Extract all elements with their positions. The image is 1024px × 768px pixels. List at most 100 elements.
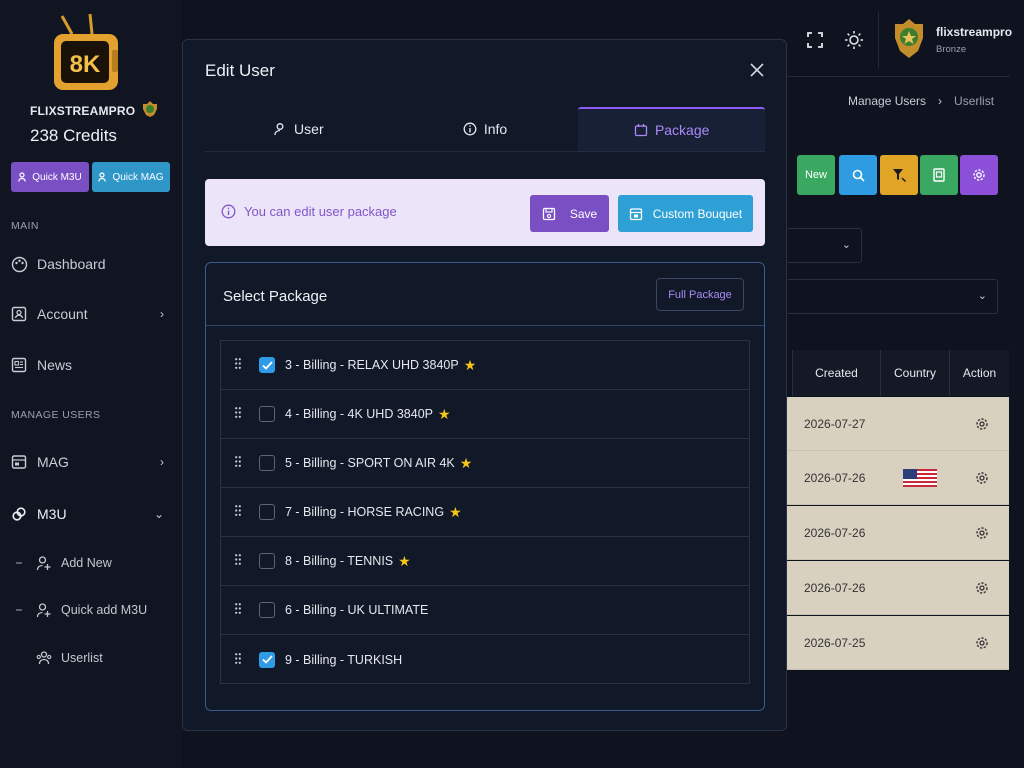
row-settings-button[interactable] xyxy=(955,581,1009,595)
dash-marker xyxy=(16,657,22,659)
column-header-created[interactable]: Created xyxy=(792,350,880,396)
package-checkbox[interactable] xyxy=(259,455,275,471)
sidebar-subitem-label: Userlist xyxy=(61,651,103,665)
quick-m3u-button[interactable]: Quick M3U xyxy=(11,162,89,192)
package-label: 9 - Billing - TURKISH xyxy=(285,652,403,667)
search-button[interactable] xyxy=(839,155,877,195)
palette-icon xyxy=(10,255,28,273)
fullscreen-icon[interactable] xyxy=(806,31,824,49)
sidebar-item-dashboard[interactable]: Dashboard xyxy=(10,252,170,276)
sidebar-item-mag[interactable]: MAG › xyxy=(10,450,170,474)
info-icon xyxy=(221,204,236,219)
gear-icon xyxy=(976,526,988,539)
id-card-icon xyxy=(10,305,28,323)
row-settings-button[interactable] xyxy=(955,526,1009,540)
package-item[interactable]: 8 - Billing - TENNIS ★ xyxy=(221,537,749,586)
new-button[interactable]: New xyxy=(797,155,835,195)
created-cell: 2026-07-26 xyxy=(804,470,866,485)
quick-mag-label: Quick MAG xyxy=(112,171,164,183)
drag-handle-icon[interactable] xyxy=(235,505,241,519)
table-row: 2026-07-27 xyxy=(787,397,1009,451)
package-checkbox[interactable] xyxy=(259,553,275,569)
country-cell xyxy=(885,468,955,487)
calendar-icon xyxy=(629,207,642,220)
brand-name: FLIXSTREAMPRO xyxy=(30,103,136,118)
package-item[interactable]: 4 - Billing - 4K UHD 3840P ★ xyxy=(221,390,749,439)
drag-handle-icon[interactable] xyxy=(235,652,241,667)
breadcrumb-parent[interactable]: Manage Users xyxy=(848,94,926,108)
info-icon xyxy=(463,122,477,136)
theme-toggle-icon[interactable] xyxy=(844,30,864,50)
section-manage-users: MANAGE USERS xyxy=(11,409,101,421)
package-item[interactable]: 5 - Billing - SPORT ON AIR 4K ★ xyxy=(221,439,749,488)
chevron-down-icon: ⌄ xyxy=(841,239,851,251)
column-header-action: Action xyxy=(949,350,1009,396)
settings-button[interactable] xyxy=(960,155,998,195)
select-package-title: Select Package xyxy=(223,288,328,305)
full-package-button[interactable]: Full Package xyxy=(656,278,744,311)
star-icon: ★ xyxy=(449,503,462,520)
edit-user-modal: Edit User User Info Package You can edit… xyxy=(182,39,787,731)
export-button[interactable] xyxy=(920,155,958,195)
brand-logo: 8K xyxy=(52,13,124,96)
sidebar: 8K FLIXSTREAMPRO 238 Credits Quick M3U Q… xyxy=(0,0,182,768)
document-icon xyxy=(933,168,945,182)
user-plus-icon xyxy=(18,172,27,182)
avatar[interactable] xyxy=(892,18,926,60)
sidebar-subitem-add-new[interactable]: Add New xyxy=(16,552,176,574)
package-item[interactable]: 6 - Billing - UK ULTIMATE xyxy=(221,586,749,635)
drag-handle-icon[interactable] xyxy=(235,603,241,617)
chevron-down-icon: ⌄ xyxy=(977,290,987,302)
user-plus-icon xyxy=(36,602,52,618)
package-checkbox[interactable] xyxy=(259,406,275,422)
created-cell: 2026-07-25 xyxy=(804,635,866,650)
drag-handle-icon[interactable] xyxy=(235,407,241,421)
gear-icon xyxy=(973,169,985,181)
package-alert: You can edit user package Save Custom Bo… xyxy=(205,179,765,246)
package-item[interactable]: 3 - Billing - RELAX UHD 3840P ★ xyxy=(221,341,749,390)
custom-bouquet-button[interactable]: Custom Bouquet xyxy=(618,195,753,232)
package-item[interactable]: 7 - Billing - HORSE RACING ★ xyxy=(221,488,749,537)
drag-handle-icon[interactable] xyxy=(235,358,241,372)
package-label: 5 - Billing - SPORT ON AIR 4K xyxy=(285,456,455,470)
package-label: 8 - Billing - TENNIS xyxy=(285,554,394,568)
package-checkbox[interactable] xyxy=(259,651,275,668)
save-button[interactable]: Save xyxy=(530,195,609,232)
row-settings-button[interactable] xyxy=(955,636,1009,650)
package-checkbox[interactable] xyxy=(259,602,275,618)
sidebar-subitem-label: Add New xyxy=(61,556,112,570)
tab-info[interactable]: Info xyxy=(392,107,579,151)
table-row: 2026-07-26 xyxy=(787,506,1009,560)
row-settings-button[interactable] xyxy=(955,471,1009,485)
package-checkbox[interactable] xyxy=(259,357,275,373)
tab-user[interactable]: User xyxy=(205,107,392,151)
tab-package[interactable]: Package xyxy=(578,107,766,151)
created-cell: 2026-07-27 xyxy=(804,416,866,431)
table-row: 2026-07-26 xyxy=(787,561,1009,615)
drag-handle-icon[interactable] xyxy=(235,554,241,568)
star-icon: ★ xyxy=(398,552,411,569)
sidebar-subitem-quick-add-m3u[interactable]: Quick add M3U xyxy=(16,599,176,621)
user-name[interactable]: flixstreampro xyxy=(936,25,1012,39)
package-checkbox[interactable] xyxy=(259,504,275,520)
filter-button[interactable] xyxy=(880,155,918,195)
column-header-country[interactable]: Country xyxy=(880,350,949,396)
sidebar-item-news[interactable]: News xyxy=(10,353,170,377)
filter-select-2[interactable]: ⌄ xyxy=(786,279,998,314)
floppy-icon xyxy=(542,207,555,220)
close-icon[interactable] xyxy=(750,63,764,77)
package-item[interactable]: 9 - Billing - TURKISH xyxy=(221,635,749,684)
sidebar-item-m3u[interactable]: M3U ⌄ xyxy=(10,502,170,526)
sidebar-subitem-userlist[interactable]: Userlist xyxy=(16,647,176,669)
filter-select-1[interactable]: ⌄ xyxy=(786,228,862,263)
link-icon xyxy=(10,505,28,523)
sidebar-item-account[interactable]: Account › xyxy=(10,302,170,326)
brand-name-row: FLIXSTREAMPRO xyxy=(30,100,159,121)
drag-handle-icon[interactable] xyxy=(235,456,241,470)
filter-icon xyxy=(893,169,906,182)
row-settings-button[interactable] xyxy=(955,417,1009,431)
quick-m3u-label: Quick M3U xyxy=(32,171,82,183)
search-icon xyxy=(852,169,865,182)
users-icon xyxy=(36,650,52,666)
quick-mag-button[interactable]: Quick MAG xyxy=(92,162,170,192)
